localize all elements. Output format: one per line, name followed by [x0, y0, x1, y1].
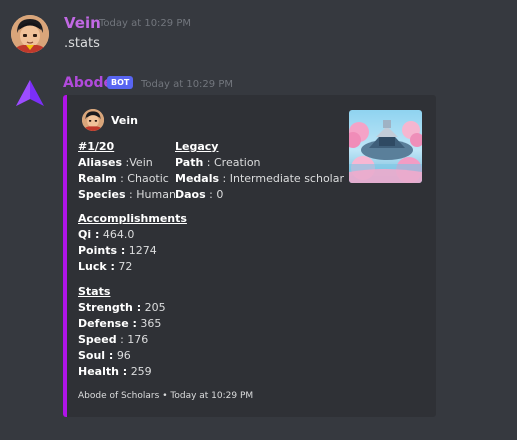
field-line-path: Path : Creation	[175, 156, 261, 169]
bot-author-name[interactable]: Abode	[63, 75, 113, 91]
embed-author-name[interactable]: Vein	[111, 114, 138, 127]
message-content: .stats	[64, 36, 100, 51]
message-vein: Vein Today at 10:29 PM .stats	[0, 0, 517, 62]
field-line-points: Points : 1274	[78, 244, 157, 257]
landscape-thumbnail[interactable]	[349, 110, 422, 183]
field-line-soul: Soul : 96	[78, 349, 131, 362]
embed-author-avatar-icon[interactable]	[82, 109, 104, 131]
field-line-speed: Speed : 176	[78, 333, 149, 346]
field-stats-title: Stats	[78, 285, 111, 298]
abode-logo-icon[interactable]	[14, 79, 46, 107]
field-line-luck: Luck : 72	[78, 260, 133, 273]
field-legacy: Legacy Path : Creation Medals : Intermed…	[175, 139, 344, 203]
field-line-aliases: Aliases :Vein	[78, 156, 153, 169]
field-line-species: Species : Human	[78, 188, 176, 201]
field-line-daos: Daos : 0	[175, 188, 224, 201]
field-line-defense: Defense : 365	[78, 317, 162, 330]
footer-separator: •	[162, 391, 168, 401]
field-rank: #1/20 Aliases :Vein Realm : Chaotic Spec…	[78, 139, 176, 203]
footer-text: Abode of Scholars	[78, 391, 160, 401]
field-accomplishments: Accomplishments Qi : 464.0 Points : 1274…	[78, 211, 187, 275]
field-rank-title: #1/20	[78, 140, 115, 153]
field-accomplishments-title: Accomplishments	[78, 212, 187, 225]
message-timestamp: Today at 10:29 PM	[141, 79, 233, 90]
user-avatar-icon[interactable]	[11, 15, 49, 53]
footer-timestamp: Today at 10:29 PM	[170, 391, 254, 401]
bot-badge: BOT	[107, 76, 134, 89]
field-line-strength: Strength : 205	[78, 301, 166, 314]
stats-embed: Vein #1/20 Aliases:Vein Realm: Chaotic…	[63, 95, 436, 417]
field-line-medals: Medals : Intermediate scholar	[175, 172, 344, 185]
embed-footer: Abode of Scholars • Today at 10:29 PM	[78, 391, 253, 401]
author-name[interactable]: Vein	[64, 14, 101, 32]
field-stats: Stats Strength : 205 Defense : 365 Speed…	[78, 284, 166, 380]
field-line-health: Health : 259	[78, 365, 152, 378]
message-timestamp: Today at 10:29 PM	[99, 18, 191, 29]
field-line-realm: Realm : Chaotic	[78, 172, 169, 185]
field-legacy-title: Legacy	[175, 140, 219, 153]
field-line-qi: Qi : 464.0	[78, 228, 135, 241]
